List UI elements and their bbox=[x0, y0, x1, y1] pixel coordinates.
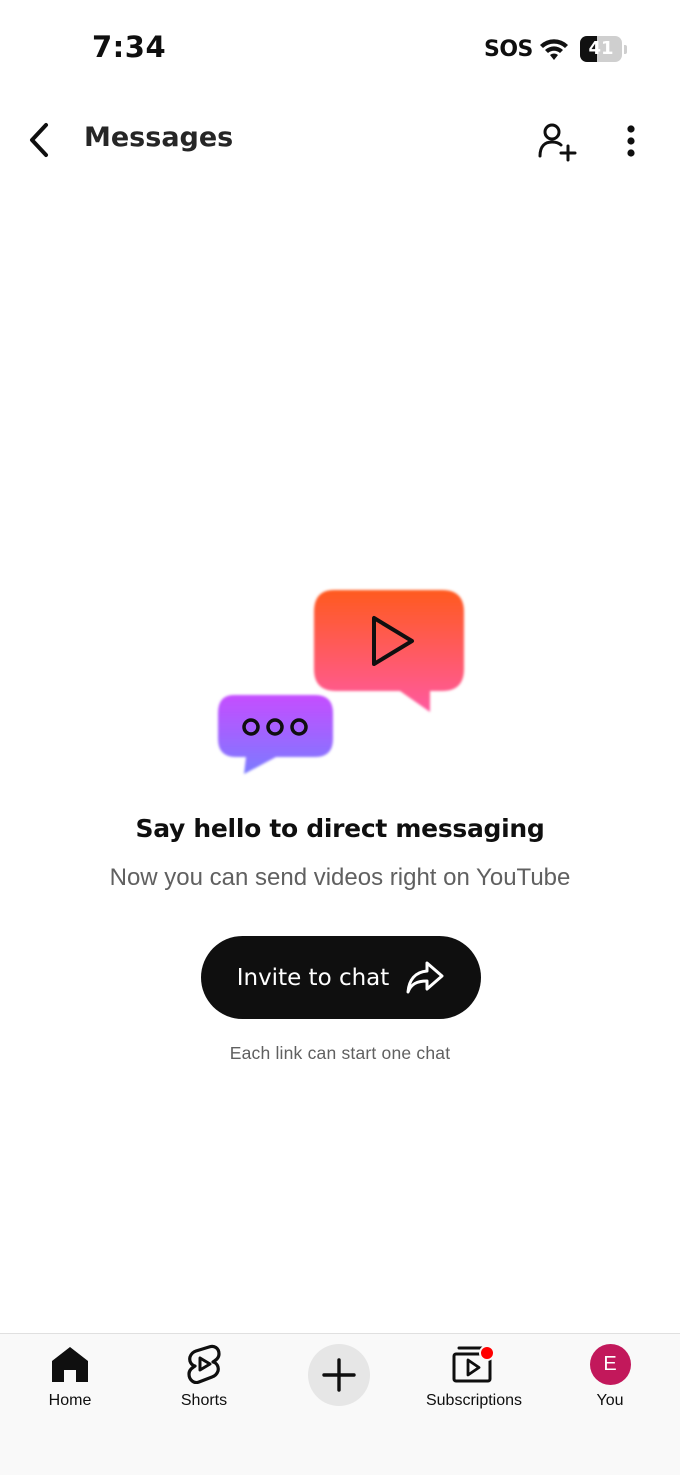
avatar: E bbox=[589, 1343, 631, 1385]
empty-state-subtitle: Now you can send videos right on YouTube bbox=[109, 864, 571, 891]
invite-button-label: Invite to chat bbox=[236, 964, 390, 991]
battery-cap bbox=[624, 45, 627, 54]
person-add-icon bbox=[538, 123, 577, 162]
play-bubble bbox=[314, 590, 464, 712]
notification-dot bbox=[479, 1345, 495, 1361]
typing-bubble bbox=[218, 695, 333, 774]
home-icon bbox=[52, 1347, 88, 1382]
status-time: 7:34 bbox=[92, 30, 167, 64]
nav-subscriptions-label: Subscriptions bbox=[425, 1392, 523, 1409]
empty-state-title: Say hello to direct messaging bbox=[135, 814, 545, 843]
invite-to-chat-button[interactable]: Invite to chat bbox=[201, 936, 481, 1019]
invite-footnote: Each link can start one chat bbox=[229, 1043, 451, 1063]
nav-home[interactable]: Home bbox=[30, 1342, 110, 1414]
back-button[interactable] bbox=[18, 118, 62, 162]
top-app-bar: Messages bbox=[0, 100, 680, 184]
battery-level: 41 bbox=[588, 38, 614, 59]
messaging-illustration bbox=[218, 590, 464, 774]
wifi-icon bbox=[540, 39, 568, 60]
nav-subscriptions[interactable]: Subscriptions bbox=[414, 1342, 534, 1414]
nav-shorts-label: Shorts bbox=[180, 1392, 228, 1409]
battery-icon: 41 bbox=[580, 36, 622, 62]
carrier-label: SOS bbox=[484, 37, 533, 62]
create-button[interactable] bbox=[308, 1344, 370, 1406]
bottom-navigation: Home Shorts Subscriptions E You bbox=[0, 1333, 680, 1475]
chevron-left-icon bbox=[30, 123, 48, 157]
nav-shorts[interactable]: Shorts bbox=[164, 1342, 244, 1414]
plus-icon bbox=[322, 1358, 356, 1392]
subscriptions-icon bbox=[452, 1345, 495, 1383]
status-bar: 7:34 SOS 41 bbox=[0, 0, 680, 100]
add-person-button[interactable] bbox=[533, 118, 581, 166]
nav-you-label: You bbox=[596, 1392, 624, 1409]
more-options-button[interactable] bbox=[608, 118, 654, 164]
nav-home-label: Home bbox=[48, 1392, 92, 1409]
nav-you[interactable]: E You bbox=[580, 1342, 640, 1414]
shorts-icon bbox=[187, 1344, 221, 1384]
share-arrow-icon bbox=[406, 961, 444, 993]
page-title: Messages bbox=[84, 122, 234, 153]
more-vertical-icon bbox=[627, 125, 635, 157]
